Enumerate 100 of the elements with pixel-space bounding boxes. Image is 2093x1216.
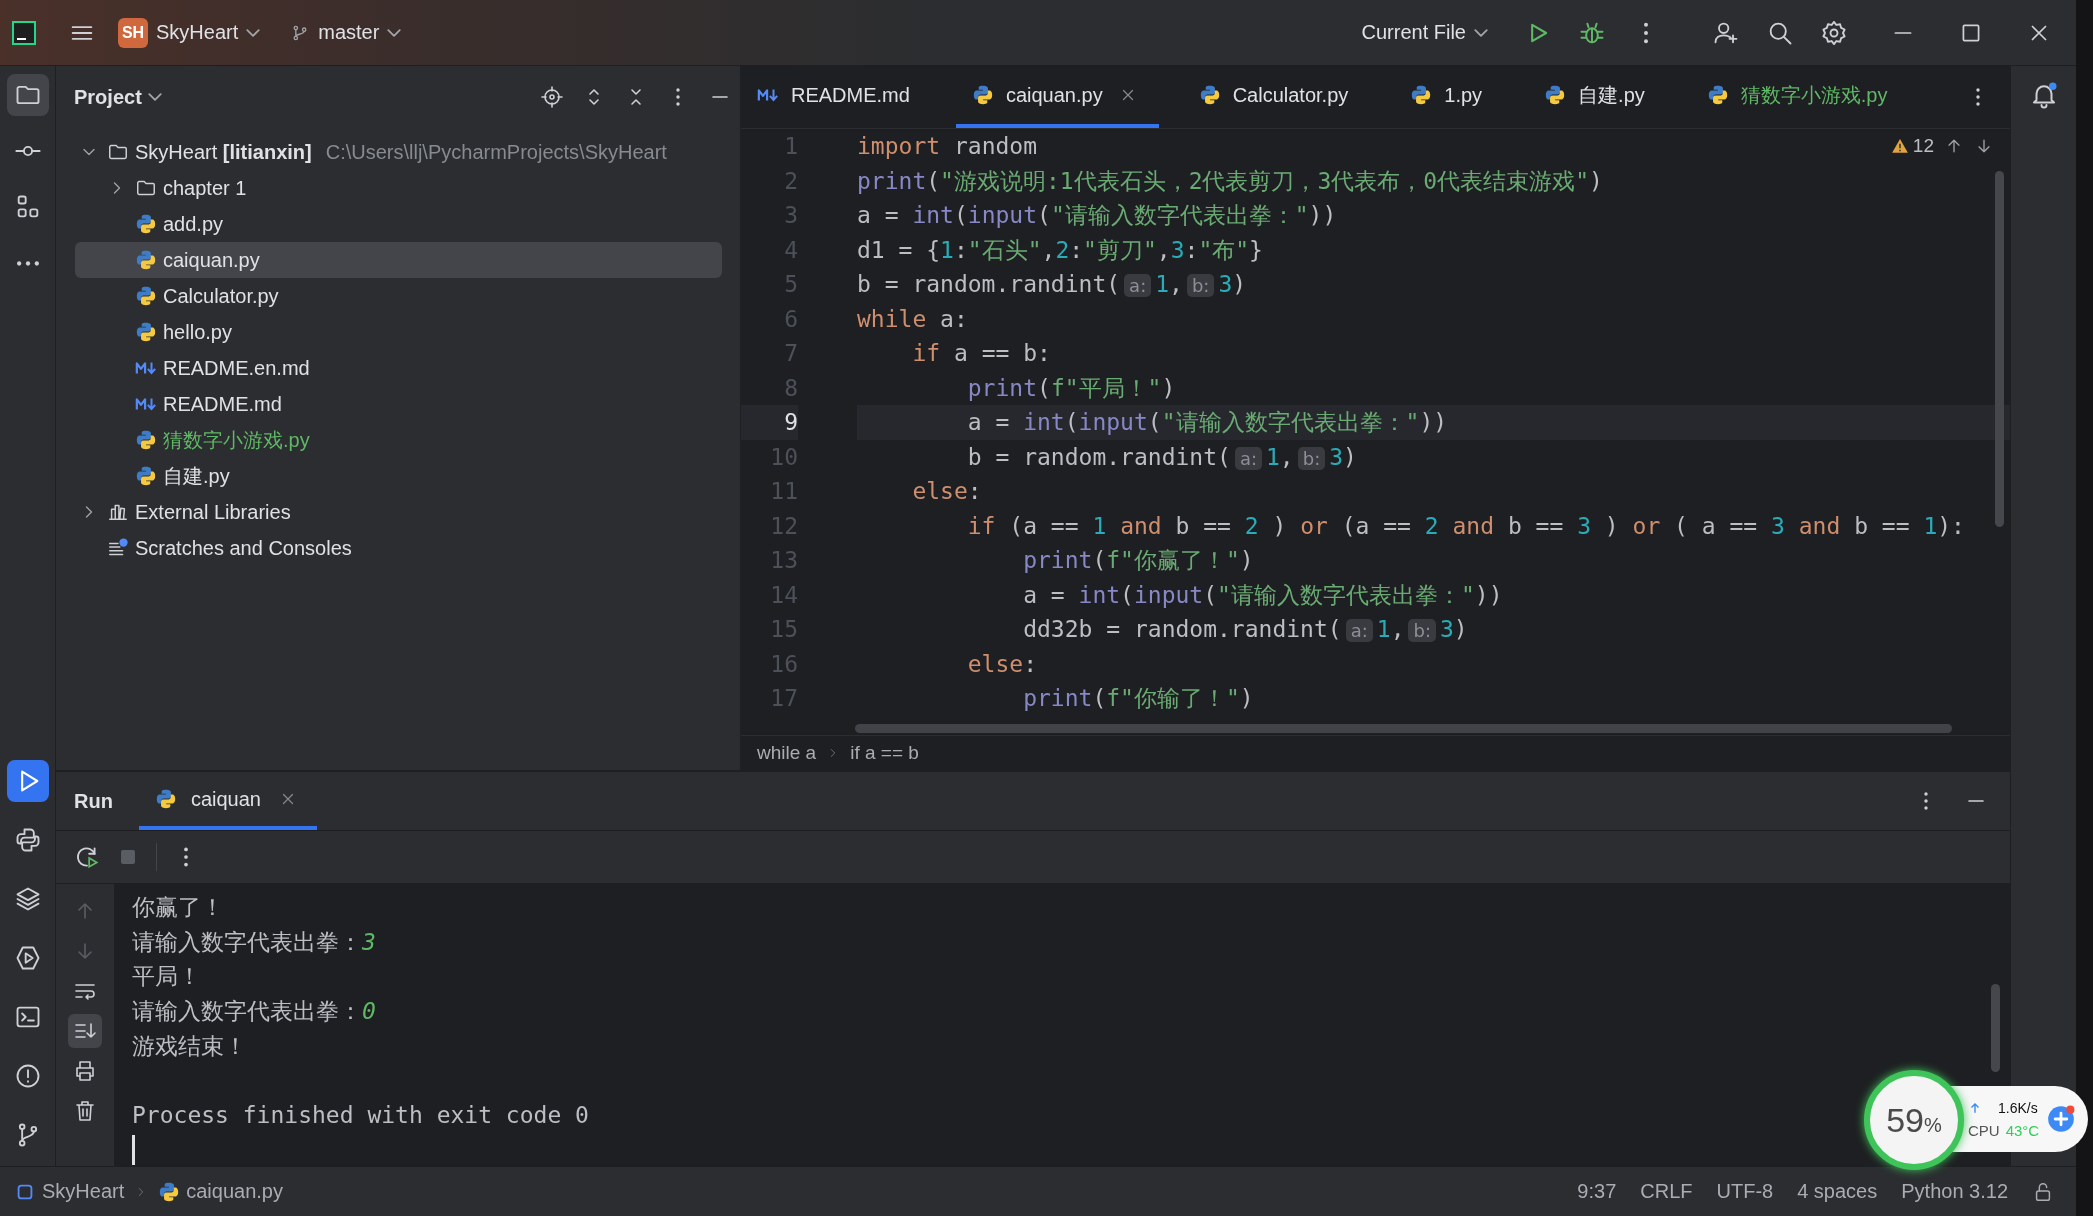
tree-item[interactable]: SkyHeart [litianxin] C:\Users\llj\PycharmProjects\SkyHeart — [75, 134, 722, 170]
tree-item[interactable]: caiquan.py — [75, 242, 722, 278]
more-icon — [15, 259, 40, 267]
run-config-name: Current File — [1361, 21, 1466, 44]
branch-name: master — [318, 21, 380, 44]
editor-tab[interactable]: 1.py — [1394, 66, 1505, 128]
status-item[interactable]: CRLF — [1640, 1180, 1693, 1203]
breadcrumb[interactable]: while a — [757, 742, 817, 764]
python-file-icon — [154, 788, 177, 810]
console-line: 请输入数字代表出拳：0 — [132, 997, 376, 1027]
status-item[interactable]: 4 spaces — [1797, 1180, 1878, 1203]
caret-icon — [246, 28, 261, 37]
editor-tab[interactable]: Calculator.py — [1182, 66, 1371, 128]
python-file-icon — [135, 285, 157, 307]
python-file-icon — [1198, 84, 1221, 106]
python-file-icon — [135, 465, 157, 487]
load-reading: 59% — [1886, 1100, 1942, 1140]
code-line: a = int(input("请输入数字代表出拳：")) — [857, 201, 1337, 230]
tree-item[interactable]: hello.py — [75, 314, 722, 350]
tree-item[interactable]: README.md — [75, 386, 722, 422]
python-file-icon — [158, 1180, 181, 1203]
warning-icon — [1890, 137, 1909, 155]
python-file-icon — [135, 249, 157, 271]
code-line: b = random.randint( a: 1, b: 3) — [966, 442, 1357, 472]
scroll-to-end-button[interactable] — [68, 1014, 102, 1048]
project-view-selector[interactable]: Project — [74, 85, 162, 109]
breadcrumb[interactable]: if a == b — [850, 742, 919, 764]
code-line: else: — [966, 649, 1038, 679]
branch-selector[interactable]: master — [282, 15, 410, 50]
run-config-selector[interactable]: Current File — [1353, 15, 1496, 50]
code-line: print(f"你赢了！") — [1022, 546, 1254, 575]
project-widget[interactable]: SH SkyHeart — [110, 11, 269, 54]
editor-tab[interactable]: caiquan.py — [955, 66, 1159, 128]
tree-item[interactable]: add.py — [75, 206, 722, 242]
cpu-temperature: 43°C — [2005, 1121, 2040, 1139]
scrollbar-thumb[interactable] — [1991, 984, 2000, 1072]
tree-item[interactable]: External Libraries — [75, 494, 722, 530]
code-line: dd32b = random.randint( a: 1, b: 3) — [1022, 615, 1468, 644]
python-file-icon — [135, 429, 157, 451]
code-line: while a: — [857, 304, 968, 334]
python-file-icon — [971, 84, 994, 106]
console-line: 请输入数字代表出拳：3 — [132, 927, 376, 957]
upload-speed: 1.6K/s — [1998, 1099, 2038, 1116]
code-line: b = random.randint( a: 1, b: 3) — [857, 270, 1247, 299]
code-line: print(f"平局！") — [966, 373, 1176, 403]
status-breadcrumb[interactable]: caiquan.py — [158, 1180, 283, 1203]
console-line: 游戏结束！ — [132, 1031, 247, 1061]
app-logo-icon — [12, 20, 36, 45]
inspection-widget[interactable]: 12 — [1890, 135, 1934, 157]
scrollbar-thumb[interactable] — [855, 724, 1952, 733]
editor-tab[interactable]: README.md — [741, 66, 932, 128]
editor-tab[interactable]: 自建.py — [1528, 66, 1667, 128]
code-line: if a == b: — [911, 339, 1051, 368]
caret-icon — [387, 28, 402, 37]
tree-item[interactable]: chapter 1 — [75, 170, 722, 206]
code-line: if (a == 1 and b == 2 ) or (a == 2 and b == 3 ) or ( a == 3 and b == 1): — [966, 511, 1965, 541]
cpu-label: CPU — [1968, 1121, 2000, 1139]
python-file-icon — [1544, 84, 1567, 106]
caret-icon — [1474, 28, 1488, 37]
code-line: print(f"你输了！") — [1022, 684, 1254, 713]
scrollbar-thumb[interactable] — [1995, 171, 2004, 527]
panel-title: Run — [74, 789, 113, 813]
python-file-icon — [1410, 84, 1433, 106]
run-tool-button[interactable] — [6, 760, 49, 802]
status-item[interactable]: UTF-8 — [1716, 1180, 1774, 1203]
code-line: a = int(input("请输入数字代表出拳：")) — [966, 408, 1448, 437]
trash-icon — [73, 1099, 97, 1123]
tree-item[interactable]: 自建.py — [75, 458, 722, 494]
upload-arrow-icon — [1968, 1100, 1982, 1115]
print-icon — [73, 1059, 97, 1083]
locate-icon[interactable] — [540, 85, 564, 109]
python-file-icon — [135, 213, 157, 235]
console-line: 平局！ — [132, 962, 201, 992]
caret-icon — [147, 93, 162, 101]
code-line: import random — [857, 132, 1038, 161]
python-file-icon — [1706, 84, 1729, 106]
console-line: Process finished with exit code 0 — [132, 1101, 589, 1131]
tree-item[interactable]: 猜数字小游戏.py — [75, 422, 722, 458]
text-cursor — [132, 1134, 135, 1165]
tree-item[interactable]: Calculator.py — [75, 278, 722, 314]
tree-item[interactable]: README.en.md — [75, 350, 722, 386]
status-item[interactable]: 9:37 — [1577, 1180, 1617, 1203]
settings-icon[interactable] — [1820, 18, 1848, 47]
project-badge: SH — [118, 17, 148, 48]
folder-tool-button[interactable] — [6, 74, 49, 116]
code-line: d1 = {1:"石头",2:"剪刀",3:"布"} — [857, 235, 1263, 265]
status-item[interactable]: Python 3.12 — [1901, 1180, 2008, 1203]
console-line: 你赢了！ — [132, 893, 224, 922]
tree-item[interactable]: Scratches and Consoles — [75, 530, 722, 566]
code-line: a = int(input("请输入数字代表出拳：")) — [1022, 580, 1503, 610]
run-tab[interactable]: caiquan — [138, 772, 317, 830]
status-breadcrumb[interactable]: SkyHeart — [14, 1180, 125, 1203]
project-name: SkyHeart — [156, 21, 239, 44]
editor-tab[interactable]: 猜数字小游戏.py — [1690, 66, 1910, 128]
rerun-icon[interactable] — [74, 844, 100, 870]
code-line: else: — [911, 477, 982, 506]
line-number: 9 — [741, 405, 798, 440]
code-line: print("游戏说明:1代表石头，2代表剪刀，3代表布，0代表结束游戏") — [857, 166, 1603, 196]
add-icon[interactable] — [2047, 1105, 2076, 1133]
python-file-icon — [135, 321, 157, 343]
